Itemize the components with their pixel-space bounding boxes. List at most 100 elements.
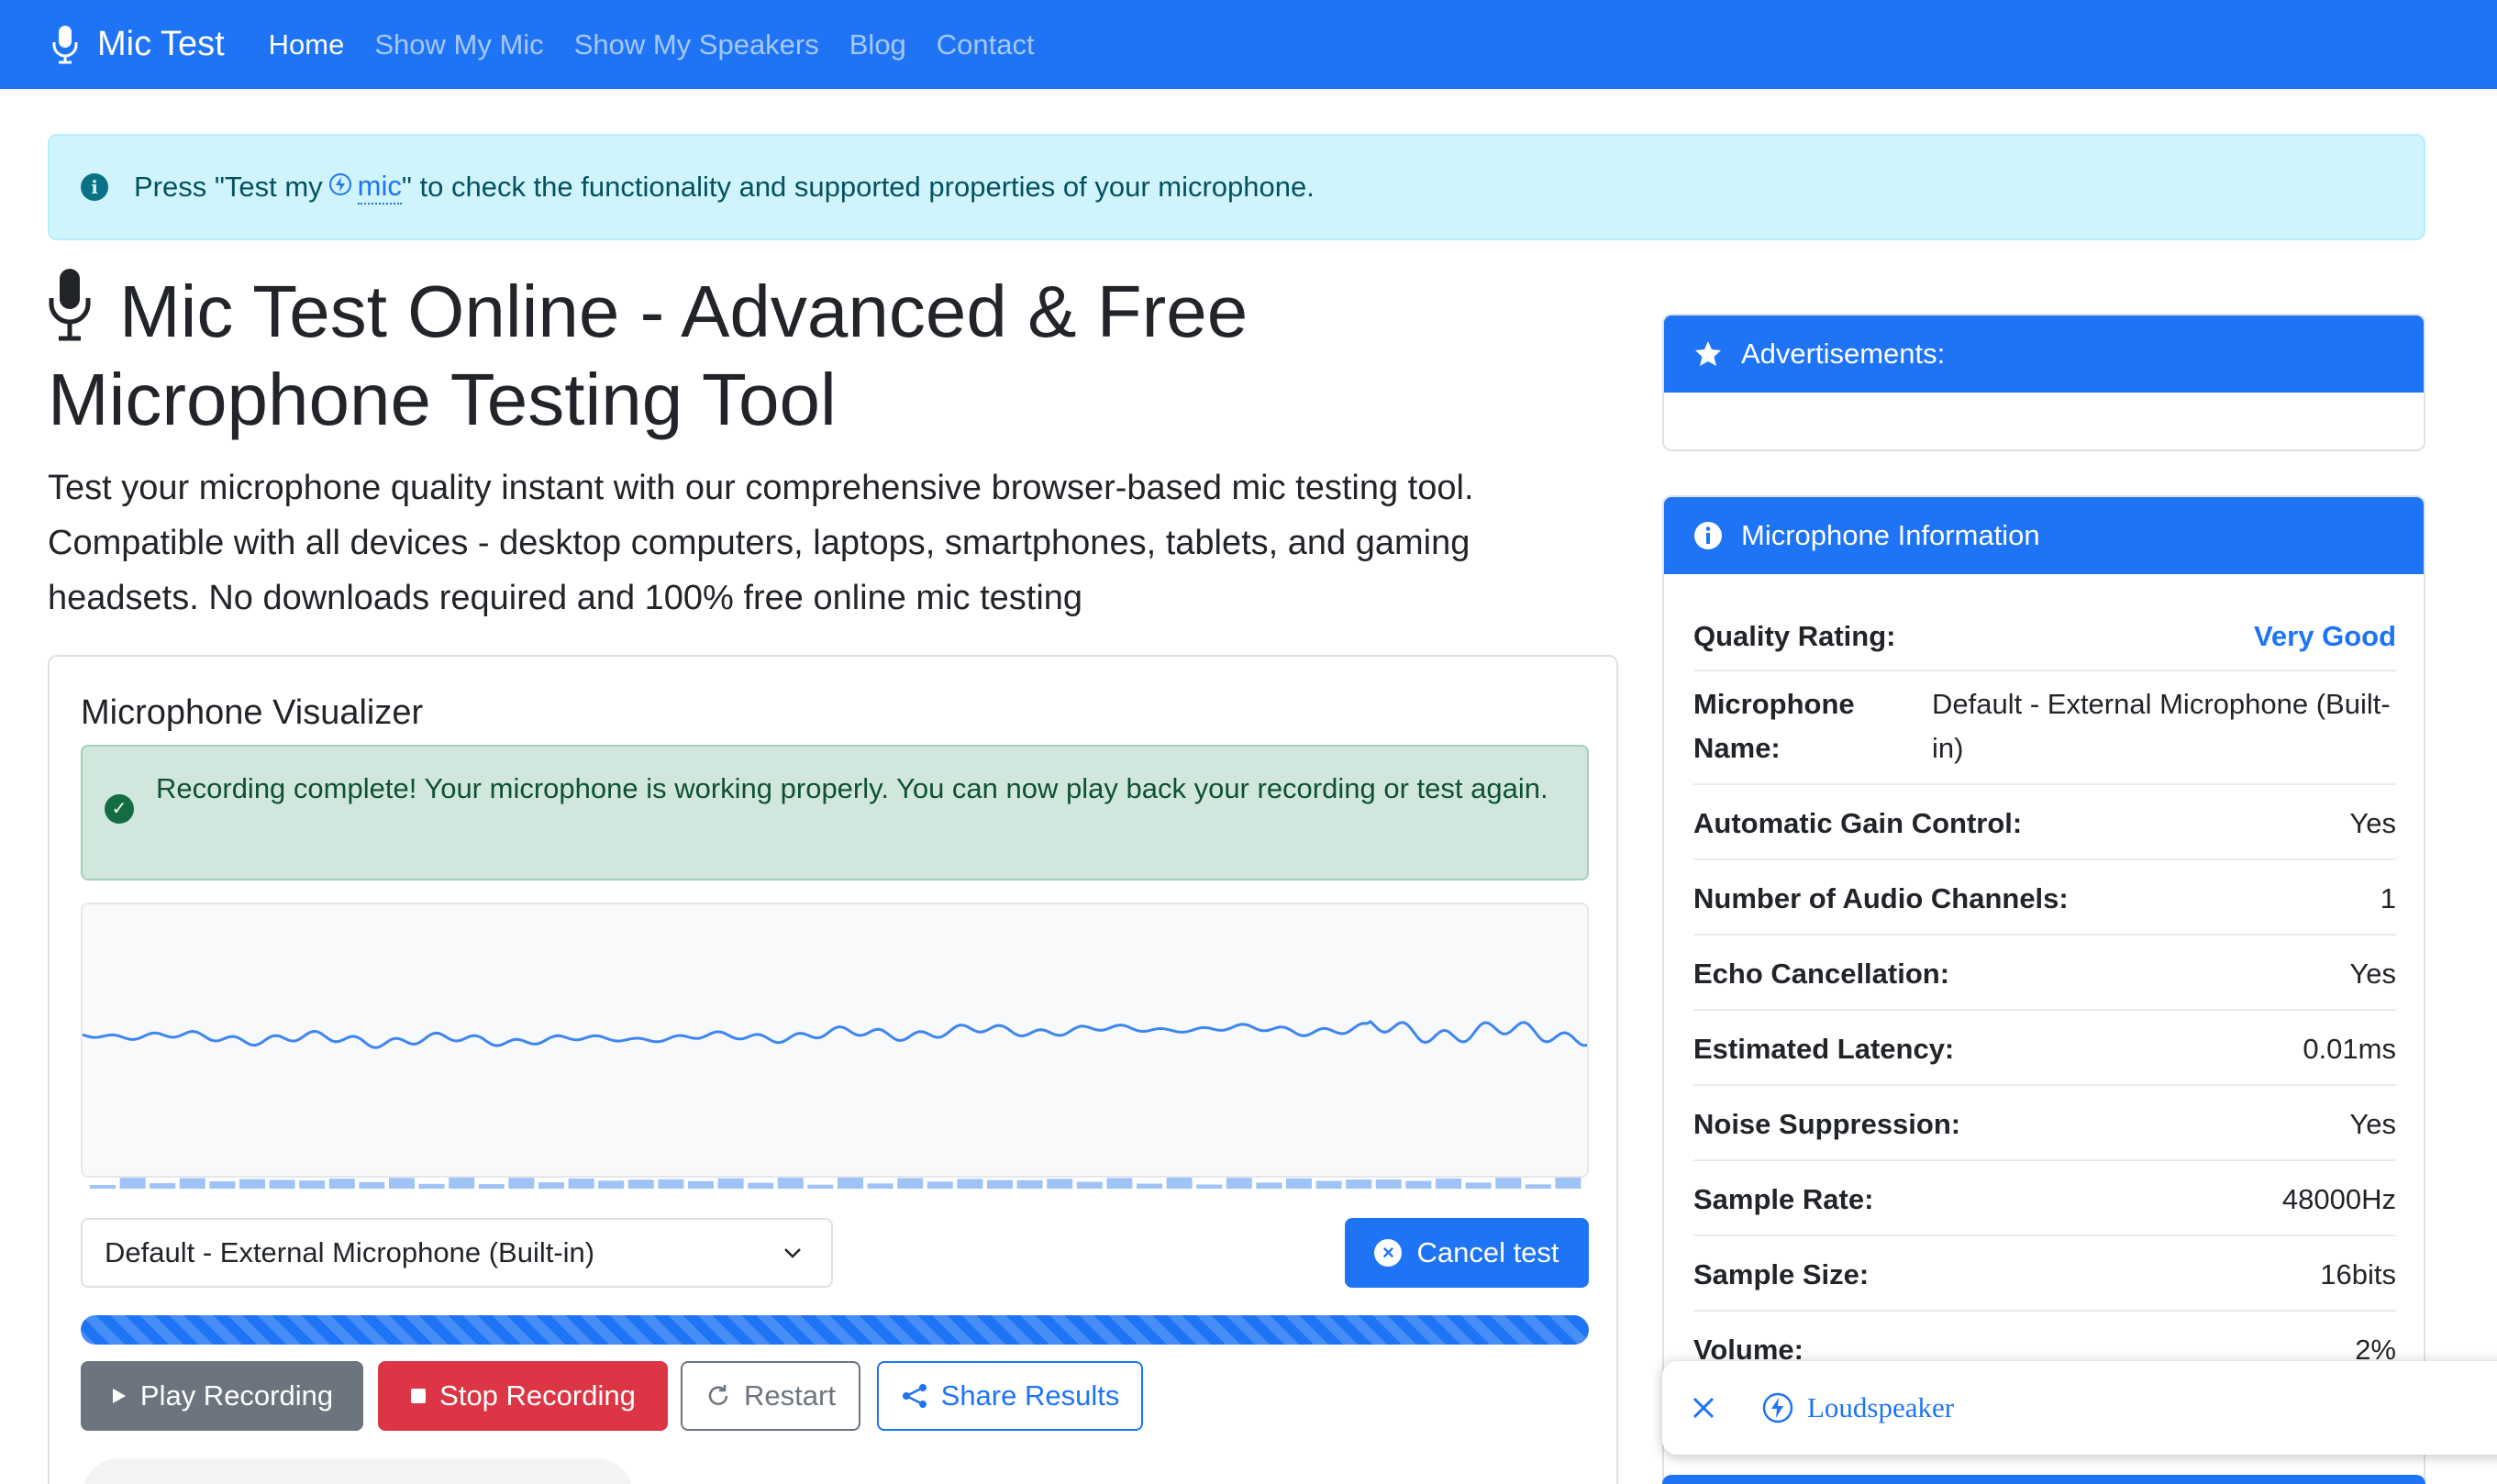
nav-home[interactable]: Home [269,28,345,61]
microphone-info-title: Microphone Information [1741,519,2040,551]
page-title-line2: Microphone Testing Tool [48,359,837,440]
frequency-bar [688,1180,714,1189]
frequency-bar [987,1179,1013,1189]
waveform-line [83,1019,1587,1049]
frequency-bar [90,1185,116,1189]
nav-blog[interactable]: Blog [849,28,906,61]
frequency-bar [478,1184,505,1189]
frequency-bar [1555,1178,1581,1189]
frequency-bar [1016,1179,1043,1189]
test-mic-link[interactable]: mic [357,170,402,205]
frequency-bar [299,1180,326,1189]
visualizer-card: Microphone Visualizer ✓ Recording comple… [48,655,1618,1484]
stop-icon [410,1388,427,1404]
cancel-test-label: Cancel test [1416,1236,1559,1268]
brand-name: Mic Test [97,25,225,63]
frequency-bar [897,1178,924,1189]
nav-contact[interactable]: Contact [937,28,1035,61]
row-quality-rating: Quality Rating: Very Good [1693,598,2396,671]
frequency-bar [927,1181,953,1189]
nav-links: Home Show My Mic Show My Speakers Blog C… [269,28,1065,61]
frequency-bar [717,1178,744,1189]
frequency-bar [1286,1178,1312,1189]
gain-control-value: Yes [2349,807,2396,839]
frequency-bar [449,1178,475,1189]
page-title: Mic Test Online - Advanced & Free Microp… [48,268,1607,444]
star-icon [1693,339,1723,369]
info-icon [1693,521,1723,550]
frequency-bar [389,1178,415,1189]
frequency-bar [1137,1183,1162,1189]
refresh-icon [705,1383,731,1409]
share-results-button[interactable]: Share Results [877,1361,1143,1431]
frequency-bar [538,1182,564,1189]
bolt-icon [328,171,352,204]
microphone-icon [49,269,91,341]
visualizer-title: Microphone Visualizer [81,693,424,732]
echo-cancellation-label: Echo Cancellation: [1693,958,1950,990]
nav-show-my-speakers[interactable]: Show My Speakers [574,28,819,61]
close-icon[interactable] [1690,1394,1717,1422]
sample-size-value: 16bits [2320,1258,2396,1290]
quality-rating-value: Very Good [2253,620,2396,652]
frequency-bar [150,1183,176,1189]
stop-recording-button[interactable]: Stop Recording [378,1361,668,1431]
bolt-icon [1762,1392,1793,1423]
page-title-line1: Mic Test Online - Advanced & Free [119,271,1248,352]
frequency-bar [269,1179,295,1189]
microphone-select[interactable]: Default - External Microphone (Built-in) [81,1218,833,1288]
audio-channels-label: Number of Audio Channels: [1693,882,2069,914]
microphone-info-card: Microphone Information Quality Rating: V… [1662,495,2425,1484]
frequency-bar [119,1178,146,1189]
microphone-info-header: Microphone Information [1664,497,2424,574]
frequency-bar [1405,1180,1432,1189]
info-alert-suffix: " to check the functionality and support… [401,171,1315,203]
frequency-bar [568,1179,594,1189]
navbar: Mic Test Home Show My Mic Show My Speake… [0,0,2497,89]
success-message: Recording complete! Your microphone is w… [156,772,1548,804]
advertisements-title: Advertisements: [1741,338,1946,370]
row-sample-rate: Sample Rate: 48000Hz [1693,1161,2396,1236]
row-gain-control: Automatic Gain Control: Yes [1693,785,2396,860]
frequency-bar [1375,1179,1402,1189]
latency-value: 0.01ms [2303,1033,2396,1065]
brand-link[interactable]: Mic Test [51,25,225,64]
frequency-bar [1315,1180,1342,1189]
frequency-bar [239,1179,265,1189]
lead-paragraph: Test your microphone quality instant wit… [48,469,1474,617]
frequency-bar [508,1178,535,1189]
audio-channels-value: 1 [2380,882,2396,914]
info-alert: i Press "Test my mic " to check the func… [48,134,2425,240]
frequency-bar [1196,1184,1223,1189]
restart-button[interactable]: Restart [681,1361,860,1431]
waveform-canvas [81,903,1589,1178]
row-audio-channels: Number of Audio Channels: 1 [1693,860,2396,936]
frequency-bar [1226,1178,1252,1189]
frequency-bar [1346,1179,1372,1189]
cancel-test-button[interactable]: × Cancel test [1345,1218,1589,1288]
share-results-label: Share Results [940,1379,1120,1412]
frequency-bar [359,1181,385,1189]
play-icon [111,1387,128,1405]
microphone-name-label: Microphone Name: [1693,688,1855,764]
frequency-bar [777,1178,804,1189]
check-circle-icon: ✓ [105,794,134,824]
frequency-bar [328,1179,355,1189]
row-microphone-name: Microphone Name: Default - External Micr… [1693,671,2396,785]
microphone-name-value: Default - External Microphone (Built-in) [1932,688,2391,764]
sample-rate-label: Sample Rate: [1693,1183,1874,1215]
nav-show-my-mic[interactable]: Show My Mic [374,28,543,61]
frequency-bar [1047,1179,1073,1189]
success-alert: ✓ Recording complete! Your microphone is… [81,745,1589,880]
latency-label: Estimated Latency: [1693,1033,1955,1065]
loudspeaker-link[interactable]: Loudspeaker [1807,1391,1954,1424]
noise-suppression-value: Yes [2349,1108,2396,1140]
advertisements-card: Advertisements: [1662,314,2425,451]
row-sample-size: Sample Size: 16bits [1693,1236,2396,1312]
row-echo-cancellation: Echo Cancellation: Yes [1693,936,2396,1011]
play-recording-button[interactable]: Play Recording [81,1361,363,1431]
frequency-bar [1166,1178,1193,1189]
sample-size-label: Sample Size: [1693,1258,1870,1290]
frequency-bar [867,1183,893,1189]
frequency-bar [179,1178,205,1189]
